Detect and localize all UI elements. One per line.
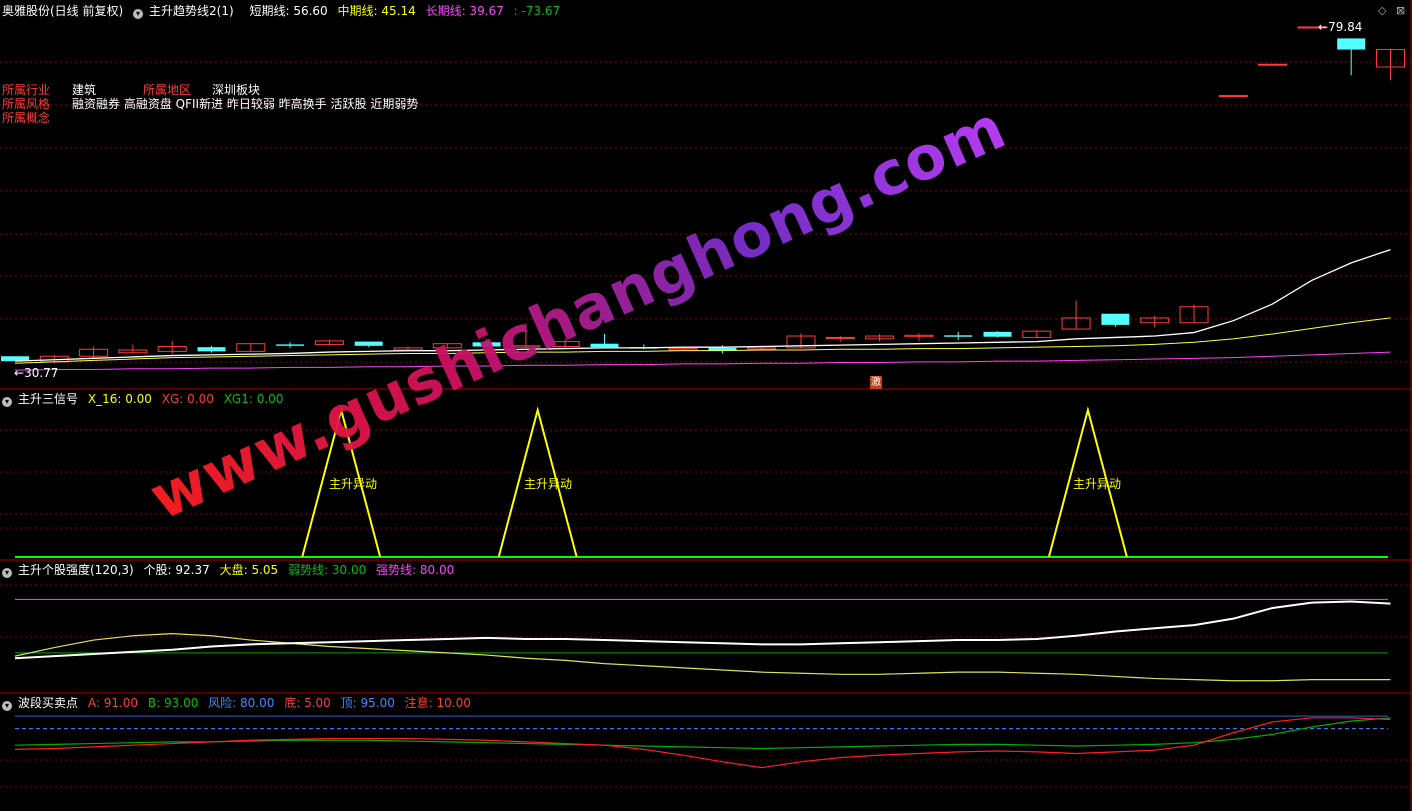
candle-body bbox=[983, 331, 1012, 337]
chevron-down-icon[interactable]: ▾ bbox=[2, 701, 12, 711]
region-key: 所属地区 bbox=[143, 83, 192, 97]
panel2-header: ▾ 主升三信号 X_16: 0.00 XG: 0.00 XG1: 0.00 bbox=[2, 391, 289, 407]
candle-body bbox=[590, 343, 619, 348]
indicator-toggle[interactable]: ▾ 主升趋势线2(1) bbox=[133, 4, 240, 19]
chevron-down-icon[interactable]: ▾ bbox=[2, 397, 12, 407]
b-value: B: 93.00 bbox=[147, 696, 199, 710]
candle-body bbox=[354, 341, 383, 346]
high-price-value: 79.84 bbox=[1328, 20, 1363, 34]
candle-body bbox=[1258, 63, 1288, 66]
chevron-down-icon[interactable]: ▾ bbox=[2, 568, 12, 578]
diamond-icon[interactable]: ◇ bbox=[1378, 4, 1386, 17]
risk-value: 风险: 80.00 bbox=[208, 696, 275, 710]
close-icon[interactable]: ⊠ bbox=[1396, 4, 1405, 17]
weak-line-value: 弱势线: 30.00 bbox=[288, 563, 367, 577]
region-value: 深圳板块 bbox=[212, 83, 261, 97]
panel4-header: ▾ 波段买卖点 A: 91.00 B: 93.00 风险: 80.00 底: 5.… bbox=[2, 695, 477, 711]
stock-strength-value: 个股: 92.37 bbox=[143, 563, 210, 577]
candle-body bbox=[1101, 313, 1130, 325]
candle-body bbox=[1218, 95, 1248, 98]
mid-line-value: 中期线: 45.14 bbox=[337, 4, 416, 18]
chevron-down-icon[interactable]: ▾ bbox=[133, 9, 144, 19]
b-line bbox=[14, 717, 1391, 750]
signal-label: 主升异动 bbox=[1073, 477, 1122, 491]
short-line-value: 短期线: 56.60 bbox=[249, 4, 328, 18]
high-price-label: ←79.84 bbox=[1318, 20, 1363, 34]
x16-value: X_16: 0.00 bbox=[87, 392, 152, 406]
candle-body bbox=[944, 335, 973, 337]
xg-value: XG: 0.00 bbox=[161, 392, 214, 406]
caution-value: 注意: 10.00 bbox=[404, 696, 471, 710]
panel2-title: 主升三信号 bbox=[18, 392, 79, 406]
signal-badge: 激 bbox=[870, 376, 882, 389]
industry-key: 所属行业 bbox=[2, 83, 51, 97]
bottom-value: 底: 5.00 bbox=[284, 696, 331, 710]
indicator-name: 主升趋势线2(1) bbox=[149, 4, 234, 18]
chart-window: 奥雅股份(日线 前复权) ▾ 主升趋势线2(1) 短期线: 56.60 中期线: … bbox=[0, 0, 1412, 811]
a-value: A: 91.00 bbox=[87, 696, 139, 710]
panel4-title: 波段买卖点 bbox=[18, 696, 79, 710]
panel3-header: ▾ 主升个股强度(120,3) 个股: 92.37 大盘: 5.05 弱势线: 3… bbox=[2, 562, 460, 578]
style-value: 融资融券 高融资盘 QFII新进 昨日较弱 昨高换手 活跃股 近期弱势 bbox=[72, 97, 419, 111]
mid-line bbox=[14, 317, 1391, 364]
industry-value: 建筑 bbox=[72, 83, 97, 97]
candle-body bbox=[276, 344, 305, 346]
concept-key: 所属概念 bbox=[2, 111, 51, 125]
candle-body bbox=[1337, 38, 1366, 50]
candle-body bbox=[825, 336, 855, 339]
strong-line-value: 强势线: 80.00 bbox=[376, 563, 455, 577]
signal-label: 主升异动 bbox=[524, 477, 573, 491]
xg1-value: XG1: 0.00 bbox=[223, 392, 284, 406]
stock-strength-line bbox=[14, 600, 1391, 660]
style-key: 所属风格 bbox=[2, 97, 51, 111]
market-strength-value: 大盘: 5.05 bbox=[219, 563, 279, 577]
extra-value: : -73.67 bbox=[513, 4, 561, 18]
panel3-title: 主升个股强度(120,3) bbox=[18, 563, 134, 577]
low-price-label: ←30.77 bbox=[14, 366, 59, 380]
main-header: 奥雅股份(日线 前复权) ▾ 主升趋势线2(1) 短期线: 56.60 中期线: … bbox=[2, 3, 566, 19]
long-line-value: 长期线: 39.67 bbox=[425, 4, 504, 18]
stock-name: 奥雅股份(日线 前复权) bbox=[2, 4, 124, 18]
candle-body bbox=[197, 347, 226, 352]
market-strength-line bbox=[14, 633, 1391, 682]
top-value: 顶: 95.00 bbox=[340, 696, 395, 710]
low-price-value: 30.77 bbox=[24, 366, 59, 380]
signal-label: 主升异动 bbox=[329, 477, 378, 491]
